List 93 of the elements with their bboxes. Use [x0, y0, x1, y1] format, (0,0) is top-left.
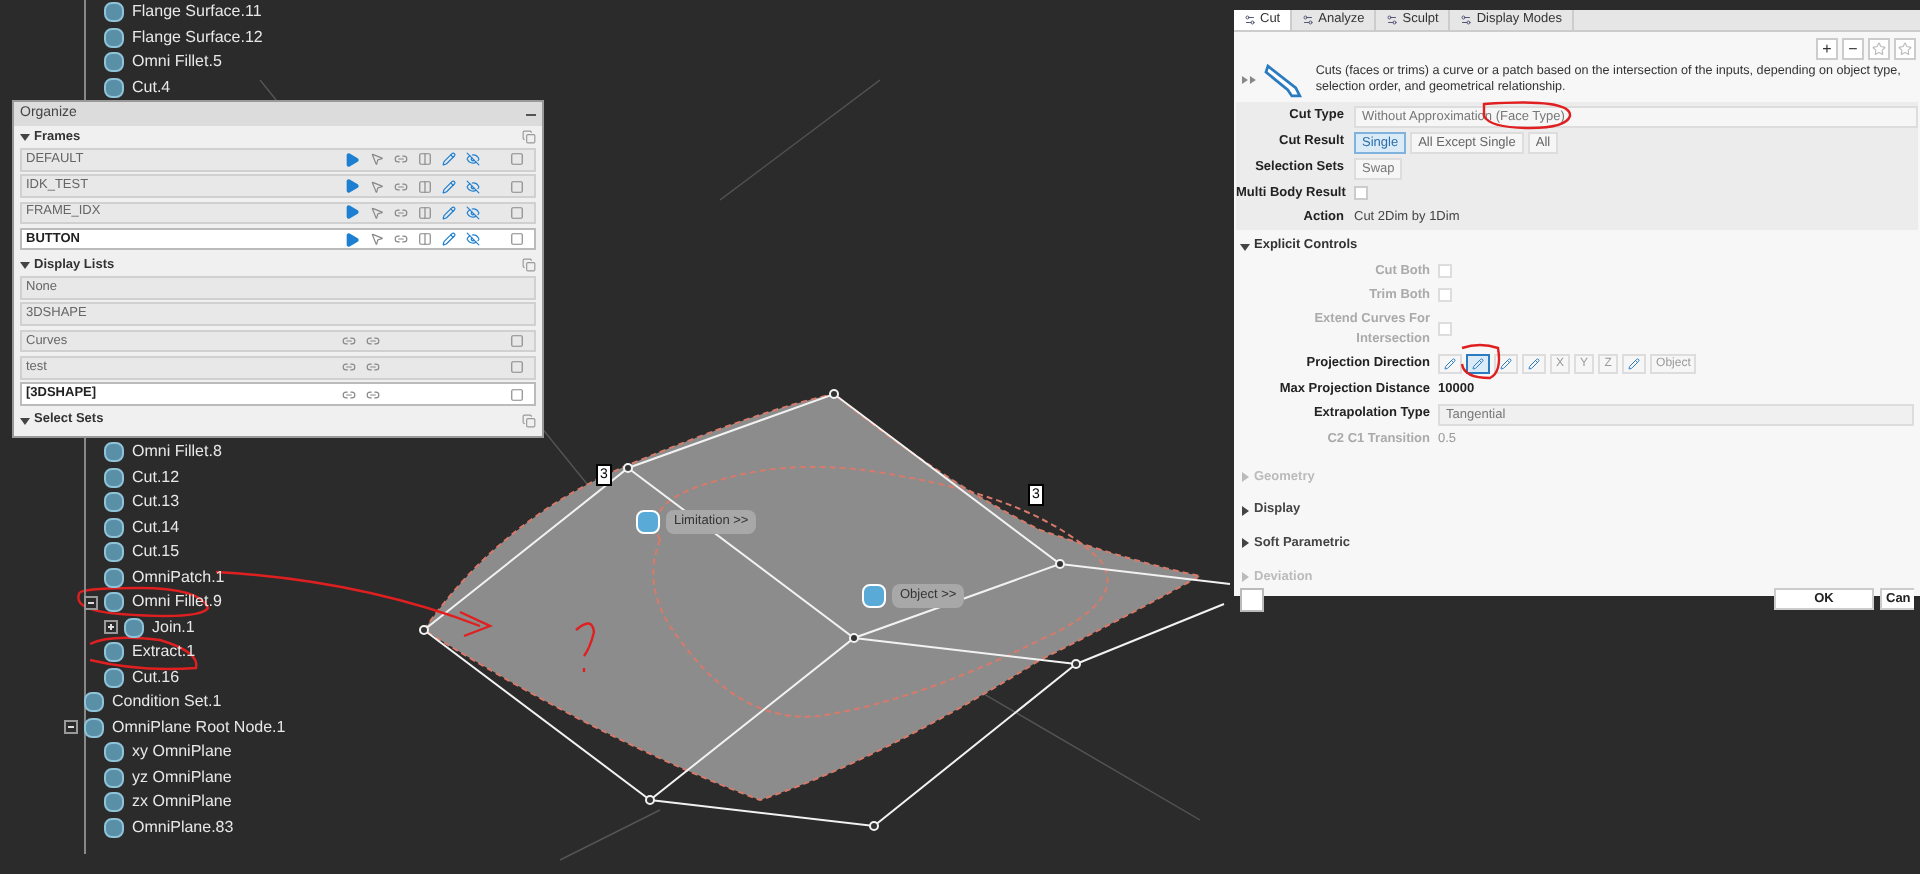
feature-icon	[104, 792, 124, 813]
feature-icon	[104, 77, 124, 98]
caret-icon[interactable]	[1240, 538, 1250, 549]
feature-icon	[104, 667, 124, 688]
caret-icon[interactable]	[1240, 505, 1250, 516]
pencil-icon[interactable]	[442, 152, 456, 167]
link-icon[interactable]	[394, 179, 408, 194]
tree-item[interactable]: Omni Fillet.8	[132, 440, 222, 465]
feature-icon	[124, 617, 144, 638]
feature-icon	[104, 52, 124, 73]
tree-item[interactable]: zx OmniPlane	[132, 790, 232, 815]
feature-icon	[84, 717, 104, 738]
tool-icon	[1244, 13, 1256, 26]
tool-icon	[1460, 13, 1473, 26]
tree-item[interactable]: Omni Fillet.5	[132, 50, 222, 75]
link-icon[interactable]	[366, 360, 380, 375]
copy-icon[interactable]	[522, 258, 536, 273]
square-icon[interactable]	[510, 205, 524, 220]
columns-icon[interactable]	[418, 205, 432, 220]
feature-icon	[104, 2, 124, 23]
caret-icon[interactable]	[20, 132, 30, 142]
checkbox[interactable]	[1354, 186, 1368, 201]
columns-icon[interactable]	[418, 232, 432, 247]
square-icon[interactable]	[510, 152, 524, 167]
feature-icon	[104, 767, 124, 788]
square-icon[interactable]	[510, 387, 524, 402]
direction-button[interactable]	[1466, 354, 1490, 374]
toolbar-button[interactable]: −	[1842, 37, 1864, 60]
eye-off-icon[interactable]	[466, 179, 480, 194]
eye-off-icon[interactable]	[466, 205, 480, 220]
feature-icon	[104, 492, 124, 513]
tree-item[interactable]: Cut.16	[132, 665, 180, 690]
pencil-icon[interactable]	[442, 232, 456, 247]
link-icon[interactable]	[394, 232, 408, 247]
square-icon[interactable]	[510, 360, 524, 375]
feature-icon	[104, 642, 124, 663]
link-icon[interactable]	[342, 334, 356, 349]
tree-item[interactable]: Cut.4	[132, 75, 171, 100]
feature-icon	[104, 592, 124, 613]
caret-icon[interactable]	[1240, 241, 1250, 252]
tool-icon	[1386, 13, 1399, 26]
tree-item[interactable]: Condition Set.1	[112, 690, 222, 715]
link-icon[interactable]	[366, 334, 380, 349]
tree-item[interactable]: Cut.13	[132, 490, 180, 515]
feature-icon	[104, 517, 124, 538]
question-mark-annotation	[574, 622, 596, 674]
feature-icon	[104, 742, 124, 763]
tree-item[interactable]: yz OmniPlane	[132, 765, 232, 790]
feature-icon	[84, 692, 104, 713]
tree-item[interactable]: OmniPatch.1	[132, 565, 225, 590]
pencil-icon[interactable]	[442, 205, 456, 220]
tool-icon	[1302, 13, 1315, 26]
tree-item[interactable]: Flange Surface.12	[132, 25, 263, 50]
square-icon[interactable]	[510, 179, 524, 194]
copy-icon[interactable]	[522, 130, 536, 144]
link-icon[interactable]	[342, 360, 356, 375]
columns-icon[interactable]	[418, 179, 432, 194]
collapse-icon[interactable]	[84, 595, 98, 610]
toolbar-button[interactable]: +	[1816, 37, 1838, 60]
eye-off-icon[interactable]	[466, 152, 480, 167]
tree-item[interactable]: OmniPlane.83	[132, 815, 234, 840]
caret-icon[interactable]	[20, 415, 30, 426]
link-icon[interactable]	[394, 205, 408, 220]
tree-item[interactable]: Cut.14	[132, 515, 180, 540]
minimize-icon[interactable]	[526, 113, 536, 115]
feature-icon	[104, 542, 124, 563]
pencil-icon[interactable]	[442, 179, 456, 194]
link-icon[interactable]	[394, 152, 408, 167]
tree-item[interactable]: Flange Surface.11	[132, 0, 262, 25]
tree-item[interactable]: OmniPlane Root Node.1	[112, 715, 286, 740]
feature-icon	[104, 567, 124, 588]
feature-icon	[104, 817, 124, 838]
selection-icon[interactable]	[1240, 587, 1264, 611]
collapse-icon[interactable]	[64, 720, 78, 735]
loop-annotation	[1460, 343, 1501, 380]
copy-icon[interactable]	[522, 413, 536, 428]
link-icon[interactable]	[342, 387, 356, 402]
link-icon[interactable]	[366, 387, 380, 402]
tree-item[interactable]: Join.1	[152, 615, 195, 640]
tree-item[interactable]: Cut.15	[132, 540, 180, 565]
expand-icon[interactable]	[104, 620, 118, 635]
columns-icon[interactable]	[418, 152, 432, 167]
star-icon[interactable]	[1894, 37, 1916, 60]
tree-item[interactable]: Cut.12	[132, 465, 180, 490]
star-icon[interactable]	[1868, 37, 1890, 60]
feature-icon	[104, 27, 124, 48]
caret-icon[interactable]	[20, 260, 30, 271]
feature-icon	[104, 467, 124, 488]
feature-icon	[104, 442, 124, 463]
eye-off-icon[interactable]	[466, 232, 480, 247]
square-icon[interactable]	[510, 232, 524, 247]
square-icon[interactable]	[510, 334, 524, 349]
tree-item[interactable]: xy OmniPlane	[132, 740, 232, 765]
